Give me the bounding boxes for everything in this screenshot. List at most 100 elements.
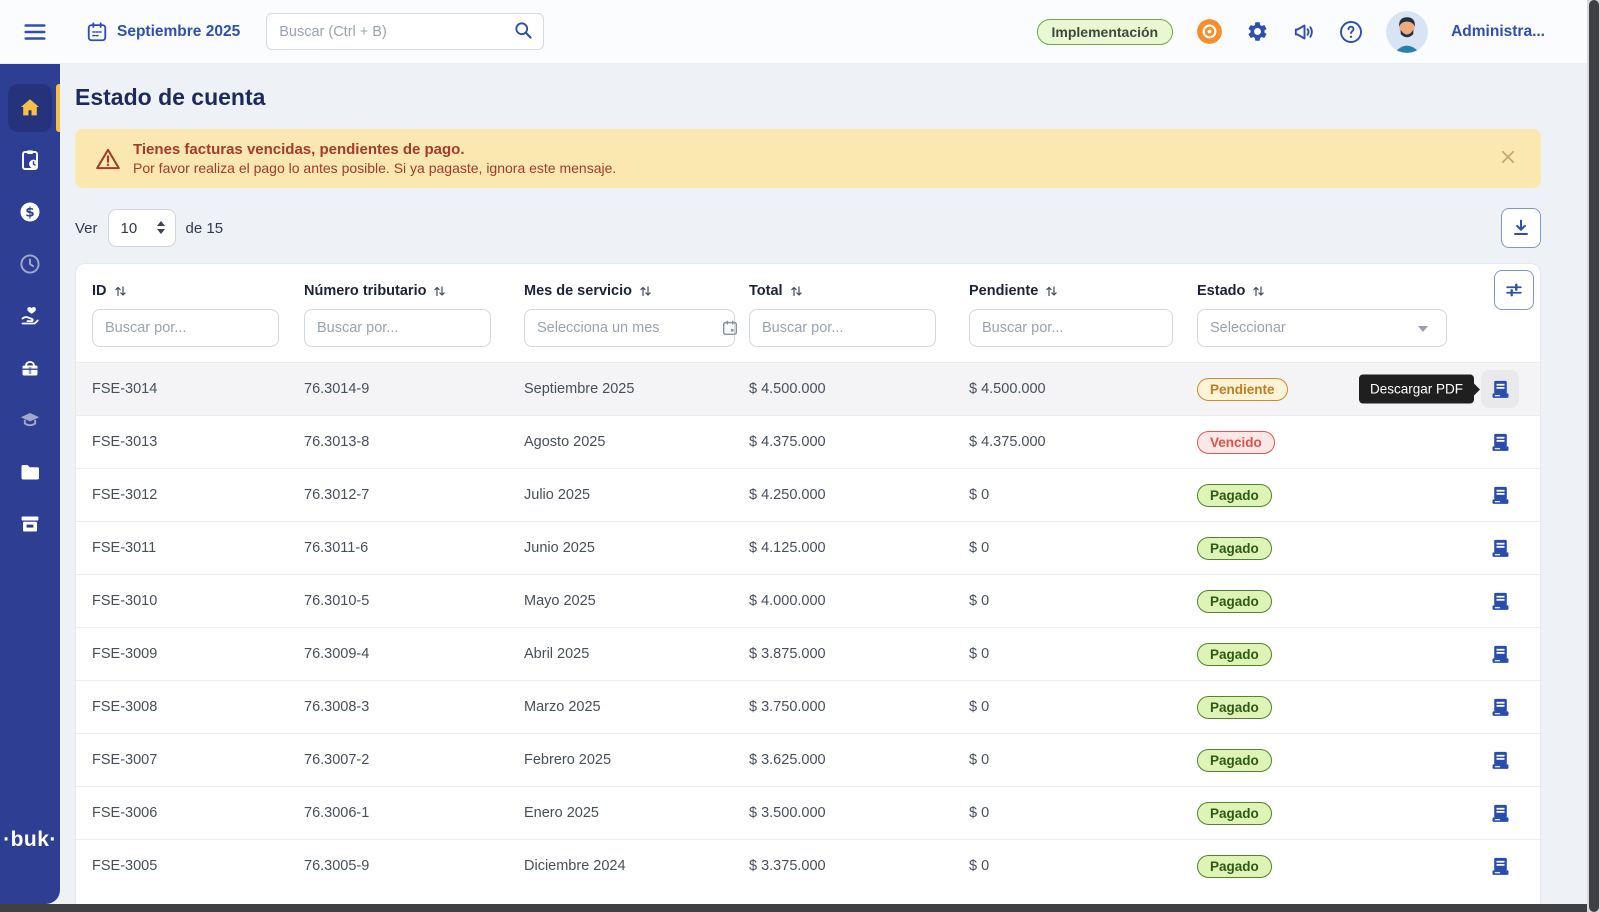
announcements-button[interactable]: [1292, 20, 1316, 44]
horizontal-scrollbar[interactable]: [0, 904, 1600, 912]
intercom-icon: [1196, 18, 1223, 45]
sidebar-item-home[interactable]: [0, 84, 60, 132]
download-all-button[interactable]: [1501, 208, 1541, 248]
messenger-button[interactable]: [1196, 18, 1223, 45]
filter-month-input[interactable]: [524, 309, 735, 347]
table-row[interactable]: FSE-3007 76.3007-2 Febrero 2025 $ 3.625.…: [76, 733, 1540, 786]
download-pdf-button[interactable]: [1481, 476, 1519, 514]
scrollbar-thumb[interactable]: [1589, 0, 1599, 912]
sidebar-item-benefits[interactable]: [0, 344, 60, 392]
invoice-icon: [1490, 856, 1511, 877]
alert-message: Por favor realiza el pago lo antes posib…: [133, 160, 616, 176]
table-row[interactable]: FSE-3011 76.3011-6 Junio 2025 $ 4.125.00…: [76, 521, 1540, 574]
download-pdf-button[interactable]: [1481, 582, 1519, 620]
download-pdf-tooltip: Descargar PDF: [1359, 375, 1474, 404]
cell-tax-number: 76.3008-3: [304, 699, 524, 715]
column-header-tax-number[interactable]: Número tributario: [304, 283, 524, 299]
table-row[interactable]: FSE-3014 76.3014-9 Septiembre 2025 $ 4.5…: [76, 362, 1540, 415]
column-header-id[interactable]: ID: [92, 283, 304, 299]
global-search: [266, 13, 544, 50]
table-row[interactable]: FSE-3013 76.3013-8 Agosto 2025 $ 4.375.0…: [76, 415, 1540, 468]
search-button[interactable]: [508, 17, 538, 46]
sidebar-item-payments[interactable]: $: [0, 188, 60, 236]
menu-toggle-button[interactable]: [20, 17, 50, 47]
cell-pending: $ 0: [969, 540, 1197, 556]
cell-total: $ 3.500.000: [749, 805, 969, 821]
download-pdf-button[interactable]: [1481, 370, 1519, 408]
download-pdf-button[interactable]: [1481, 688, 1519, 726]
cell-id: FSE-3014: [92, 381, 304, 397]
filter-status-select[interactable]: [1197, 309, 1447, 347]
filter-row: [76, 303, 1540, 362]
search-input[interactable]: [266, 13, 544, 50]
period-selector[interactable]: Septiembre 2025: [86, 21, 240, 43]
download-pdf-button[interactable]: [1481, 794, 1519, 832]
page-title: Estado de cuenta: [75, 84, 1541, 111]
table-header: ID Número tributario Mes de servicio Tot…: [76, 264, 1540, 303]
cell-id: FSE-3010: [92, 593, 304, 609]
table-row[interactable]: FSE-3010 76.3010-5 Mayo 2025 $ 4.000.000…: [76, 574, 1540, 627]
table-row[interactable]: FSE-3008 76.3008-3 Marzo 2025 $ 3.750.00…: [76, 680, 1540, 733]
column-header-service-month[interactable]: Mes de servicio: [524, 283, 749, 299]
invoice-icon: [1490, 379, 1511, 400]
cell-tax-number: 76.3009-4: [304, 646, 524, 662]
cell-service-month: Febrero 2025: [524, 752, 749, 768]
overdue-alert: Tienes facturas vencidas, pendientes de …: [75, 129, 1541, 188]
filter-tax-number-input[interactable]: [304, 309, 491, 347]
sidebar-item-marketplace[interactable]: [0, 500, 60, 548]
sidebar-item-time[interactable]: [0, 240, 60, 288]
filter-pending-input[interactable]: [969, 309, 1173, 347]
cell-id: FSE-3006: [92, 805, 304, 821]
megaphone-icon: [1292, 20, 1316, 44]
select-arrows-icon: [157, 221, 165, 234]
table-body: FSE-3014 76.3014-9 Septiembre 2025 $ 4.5…: [76, 362, 1540, 892]
download-pdf-button[interactable]: [1481, 741, 1519, 779]
filter-total-input[interactable]: [749, 309, 936, 347]
sort-icon: [790, 284, 803, 298]
download-pdf-button[interactable]: [1481, 635, 1519, 673]
column-header-pending[interactable]: Pendiente: [969, 283, 1197, 299]
help-button[interactable]: [1339, 20, 1363, 44]
pager: Ver 10 de 15: [75, 209, 223, 247]
status-badge: Pagado: [1197, 484, 1272, 507]
sidebar-item-training[interactable]: [0, 396, 60, 444]
table-row[interactable]: FSE-3005 76.3005-9 Diciembre 2024 $ 3.37…: [76, 839, 1540, 892]
help-icon: [1339, 20, 1363, 44]
invoice-icon: [1490, 591, 1511, 612]
column-settings-button[interactable]: [1494, 270, 1534, 310]
sort-icon: [1045, 284, 1058, 298]
column-header-status[interactable]: Estado: [1197, 283, 1476, 299]
table-row[interactable]: FSE-3009 76.3009-4 Abril 2025 $ 3.875.00…: [76, 627, 1540, 680]
download-pdf-button[interactable]: [1481, 847, 1519, 885]
sidebar-item-documents[interactable]: [0, 448, 60, 496]
cell-tax-number: 76.3014-9: [304, 381, 524, 397]
cell-service-month: Diciembre 2024: [524, 858, 749, 874]
download-pdf-button[interactable]: [1481, 529, 1519, 567]
filter-id-input[interactable]: [92, 309, 279, 347]
sort-icon: [1252, 284, 1265, 298]
cell-tax-number: 76.3011-6: [304, 540, 524, 556]
download-pdf-button[interactable]: [1481, 423, 1519, 461]
user-name[interactable]: Administra...: [1451, 23, 1545, 41]
main-content: Estado de cuenta Tienes facturas vencida…: [60, 64, 1588, 912]
cell-service-month: Julio 2025: [524, 487, 749, 503]
settings-button[interactable]: [1246, 20, 1269, 43]
sidebar-item-wellness[interactable]: [0, 292, 60, 340]
cell-total: $ 3.875.000: [749, 646, 969, 662]
vertical-scrollbar[interactable]: [1587, 0, 1600, 912]
home-icon: [18, 96, 42, 120]
table-row[interactable]: FSE-3006 76.3006-1 Enero 2025 $ 3.500.00…: [76, 786, 1540, 839]
sidebar-item-tasks[interactable]: [0, 136, 60, 184]
alert-close-button[interactable]: [1495, 144, 1521, 173]
status-badge: Pagado: [1197, 855, 1272, 878]
avatar[interactable]: [1386, 11, 1428, 53]
cell-service-month: Enero 2025: [524, 805, 749, 821]
calendar-icon: [86, 21, 108, 43]
column-header-total[interactable]: Total: [749, 283, 969, 299]
status-badge: Pagado: [1197, 590, 1272, 613]
page-size-select[interactable]: 10: [108, 209, 176, 247]
cell-id: FSE-3012: [92, 487, 304, 503]
dollar-icon: $: [18, 200, 42, 224]
cell-id: FSE-3013: [92, 434, 304, 450]
table-row[interactable]: FSE-3012 76.3012-7 Julio 2025 $ 4.250.00…: [76, 468, 1540, 521]
